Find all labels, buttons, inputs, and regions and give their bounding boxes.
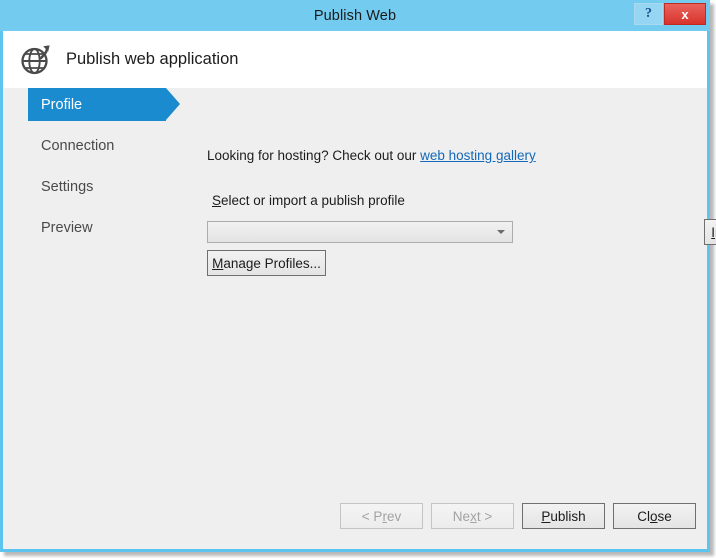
sidebar-item-preview[interactable]: Preview [3,211,199,244]
button-label-post: ublish [550,508,586,524]
sidebar-item-connection[interactable]: Connection [3,129,199,162]
accel-char: P [541,508,551,524]
button-label-pre: Cl [637,508,650,524]
dialog-footer: < Pr ev Ne x t > Publish Cl o se [3,493,707,549]
wizard-step-nav: Profile Connection Settings Preview [3,88,199,252]
publish-profile-combobox[interactable] [207,221,513,243]
label-rest: elect or import a publish profile [221,193,405,208]
dialog-client-area: Publish web application Profile Connecti… [3,31,716,549]
import-button[interactable]: Import... [704,219,716,245]
page-title: Publish web application [66,50,239,68]
sidebar-item-label: Profile [41,96,83,113]
publish-button[interactable]: Publish [522,503,605,529]
sidebar-item-label: Connection [41,137,115,154]
close-window-button[interactable]: x [664,3,706,25]
button-label-post: se [657,508,672,524]
button-label-post: ev [386,508,402,524]
profile-field-label: Select or import a publish profile [212,193,405,208]
hosting-prompt: Looking for hosting? Check out our web h… [207,148,536,163]
sidebar-item-profile[interactable]: Profile [3,88,199,121]
question-mark-icon: ? [645,6,652,21]
hosting-prompt-text: Looking for hosting? Check out our [207,148,421,163]
button-label-rest: anage Profiles... [223,255,321,271]
sidebar-item-label: Preview [41,219,93,236]
web-hosting-gallery-link[interactable]: web hosting gallery [420,148,536,163]
publish-web-dialog: Publish Web ? x Publish web application [0,0,716,552]
next-button[interactable]: Ne x t > [431,503,514,529]
help-button[interactable]: ? [634,3,663,25]
close-button[interactable]: Cl o se [613,503,696,529]
accel-char: M [212,255,224,271]
button-label-pre: Ne [452,508,471,524]
chevron-down-icon[interactable] [497,230,505,234]
title-bar-buttons: ? x [634,3,706,25]
title-bar[interactable]: Publish Web ? x [0,0,710,31]
accel-char: S [212,193,222,208]
close-icon: x [681,6,689,22]
accel-char: o [649,508,658,524]
window-title: Publish Web [313,7,397,24]
sidebar-item-label: Settings [41,178,94,195]
prev-button[interactable]: < Pr ev [340,503,423,529]
footer-button-row: < Pr ev Ne x t > Publish Cl o se [340,503,696,529]
sidebar-item-settings[interactable]: Settings [3,170,199,203]
button-label-pre: < P [361,508,383,524]
accel-char: x [470,508,477,524]
button-label-post: t > [476,508,493,524]
globe-publish-icon [21,44,50,74]
dialog-header: Publish web application [3,31,707,88]
manage-profiles-button[interactable]: Manage Profiles... [207,250,326,276]
active-step-arrow-icon [166,88,180,120]
